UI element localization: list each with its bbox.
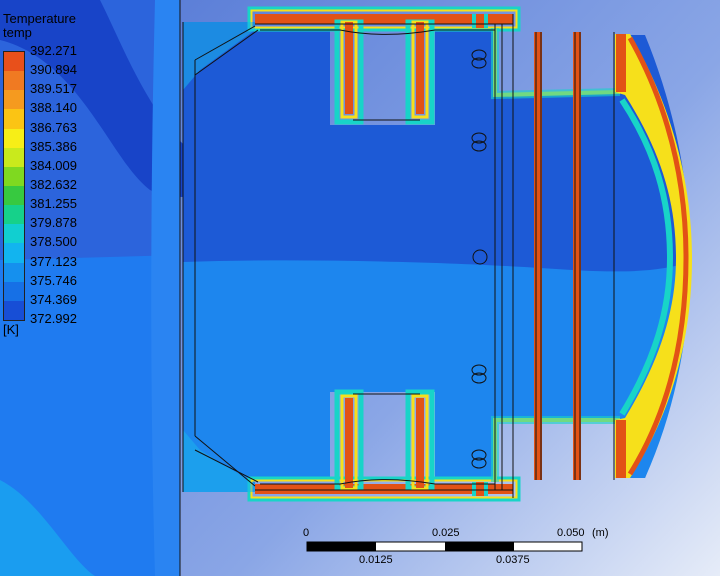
color-bar xyxy=(3,51,25,321)
color-bar-segment xyxy=(4,147,24,167)
color-bar-tick-label: 390.894 xyxy=(30,62,77,78)
color-bar-tick-label: 379.878 xyxy=(30,215,77,231)
color-bar-segment xyxy=(4,243,24,263)
color-bar-segment xyxy=(4,128,24,148)
top-connector-core xyxy=(476,14,484,28)
color-bar-tick-label: 386.763 xyxy=(30,119,77,135)
top-fin-left xyxy=(334,19,364,125)
color-bar-segment xyxy=(4,166,24,186)
bottom-fin-left xyxy=(334,389,364,491)
wall-boundary-layer xyxy=(151,0,180,576)
color-bar-segment xyxy=(4,300,24,320)
color-bar-tick-label: 392.271 xyxy=(30,43,77,58)
color-bar-segment xyxy=(4,185,24,206)
color-bar-tick-label: 382.632 xyxy=(30,177,77,192)
color-bar-tick-label: 378.500 xyxy=(30,234,77,250)
color-bar-tick-label: 372.992 xyxy=(30,311,77,326)
bottom-fin-right xyxy=(405,389,435,491)
legend-variable: temp xyxy=(3,25,32,40)
color-bar-segment xyxy=(4,71,24,91)
scale-label-00375: 0.0375 xyxy=(496,554,530,566)
color-bar-tick-label: 374.369 xyxy=(30,291,77,307)
scale-label-00125: 0.0125 xyxy=(359,554,393,566)
color-bar-segment xyxy=(4,90,24,110)
top-fin-right xyxy=(405,19,435,125)
color-bar-segment xyxy=(4,52,24,72)
color-bar-tick-label: 389.517 xyxy=(30,81,77,97)
color-bar-tick-label: 377.123 xyxy=(30,253,77,269)
color-bar-segment xyxy=(4,281,24,301)
color-bar-tick-label: 388.140 xyxy=(30,100,77,116)
color-bar-tick-label: 375.746 xyxy=(30,272,77,288)
scale-label-0025: 0.025 xyxy=(432,527,460,539)
color-bar-tick-label: 385.386 xyxy=(30,138,77,154)
scale-label-0050: 0.050 xyxy=(557,527,585,539)
color-bar-tick-label: 384.009 xyxy=(30,157,77,173)
scale-unit: (m) xyxy=(592,527,609,539)
color-bar-segment xyxy=(4,109,24,129)
color-bar-tick-label: 381.255 xyxy=(30,196,77,212)
temperature-contour-plot xyxy=(0,0,720,576)
scale-label-0: 0 xyxy=(303,527,310,539)
legend-unit: [K] xyxy=(3,322,19,337)
color-bar-segment xyxy=(4,224,24,244)
color-bar-segment xyxy=(4,262,24,282)
legend-title: Temperature xyxy=(3,11,76,26)
scale-bar xyxy=(306,541,583,552)
color-bar-segment xyxy=(4,205,24,225)
